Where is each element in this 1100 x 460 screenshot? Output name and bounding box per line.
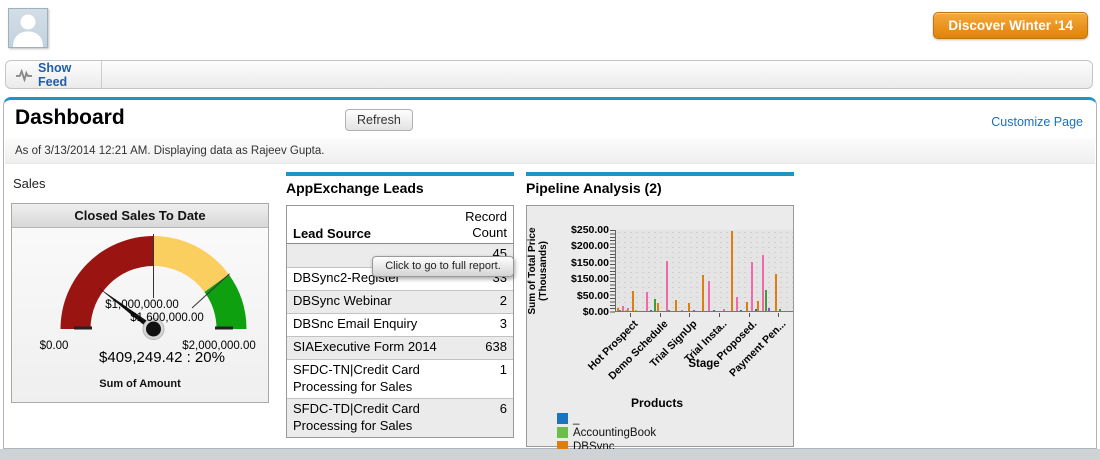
y-tick-label: $150.00 <box>551 257 609 269</box>
bar <box>681 310 683 311</box>
customize-page-link[interactable]: Customize Page <box>991 115 1083 129</box>
column-header-lead-source: Lead Source <box>293 226 455 241</box>
page-title: Dashboard <box>15 106 125 130</box>
svg-text:$409,249.42 : 20%: $409,249.42 : 20% <box>99 349 225 366</box>
y-tick-label: $150.00 <box>551 273 609 285</box>
cell-lead-source: DBSync Webinar <box>293 293 463 310</box>
chart-legend: _AccountingBookDBSync <box>557 412 656 454</box>
cell-record-count: 638 <box>463 339 507 354</box>
pipeline-chart[interactable]: Sum of Total Price (Thousands) Stage Pro… <box>526 205 794 447</box>
bar <box>632 291 634 311</box>
user-avatar[interactable] <box>8 8 48 48</box>
y-tick-label: $200.00 <box>551 240 609 252</box>
pipeline-analysis-title: Pipeline Analysis (2) <box>526 180 662 196</box>
cell-record-count: 2 <box>463 293 507 308</box>
bar <box>740 310 742 311</box>
cell-record-count: 1 <box>463 362 507 377</box>
y-tick-label: $0.00 <box>551 306 609 318</box>
bar <box>650 310 652 311</box>
svg-text:$1,000,000.00: $1,000,000.00 <box>105 299 179 311</box>
refresh-button[interactable]: Refresh <box>345 109 413 131</box>
bar <box>768 308 770 311</box>
person-silhouette-icon <box>9 9 47 47</box>
bar <box>675 300 677 311</box>
gauge-footer: Sum of Amount <box>12 378 268 390</box>
x-tick <box>630 313 631 317</box>
bar <box>646 292 648 311</box>
legend-swatch-icon <box>557 427 568 438</box>
bar <box>751 262 753 311</box>
as-of-text: As of 3/13/2014 12:21 AM. Displaying dat… <box>5 138 1095 164</box>
legend-item: _ <box>557 412 656 425</box>
bar <box>619 310 621 311</box>
accent-bar <box>286 172 514 176</box>
page-bottom-strip <box>0 449 1100 460</box>
y-tick-label: $50.00 <box>551 290 609 302</box>
bar <box>708 281 710 311</box>
bar <box>627 308 629 311</box>
legend-item: AccountingBook <box>557 426 656 439</box>
accent-bar <box>526 172 794 176</box>
x-tick <box>749 313 750 317</box>
show-feed-button[interactable]: Show Feed <box>6 61 100 88</box>
bar <box>723 309 725 311</box>
bar <box>713 310 715 311</box>
legend-label: AccountingBook <box>573 427 656 439</box>
tooltip: Click to go to full report. <box>372 256 514 277</box>
cell-record-count: 3 <box>463 316 507 331</box>
plot-area <box>615 230 793 312</box>
bar <box>731 231 733 311</box>
leads-table[interactable]: Lead Source Record Count 45DBSync2-Regis… <box>286 205 514 438</box>
bar <box>779 309 781 311</box>
cell-lead-source: SFDC-TN|Credit Card Processing for Sales <box>293 362 463 396</box>
gauge-title: Closed Sales To Date <box>12 204 268 228</box>
table-row[interactable]: SIAExecutive Form 2014638 <box>287 336 513 359</box>
bar <box>657 303 659 311</box>
cell-lead-source: SIAExecutive Form 2014 <box>293 339 463 356</box>
column-label-sales: Sales <box>13 176 46 191</box>
show-feed-bar: Show Feed <box>5 60 1093 89</box>
gauge-component[interactable]: Closed Sales To Date $1,000,000.00 $1,60… <box>11 203 269 403</box>
table-row[interactable]: SFDC-TD|Credit Card Processing for Sales… <box>287 398 513 437</box>
svg-text:$0.00: $0.00 <box>40 340 69 352</box>
cell-lead-source: SFDC-TD|Credit Card Processing for Sales <box>293 401 463 435</box>
y-tick-label: $250.00 <box>551 224 609 236</box>
cell-record-count: 6 <box>463 401 507 416</box>
dashboard-panel: Dashboard Refresh Customize Page As of 3… <box>3 97 1097 449</box>
svg-text:$1,600,000.00: $1,600,000.00 <box>130 312 204 324</box>
bar <box>746 302 748 311</box>
bar <box>765 290 767 311</box>
bar <box>736 297 738 311</box>
legend-swatch-icon <box>557 413 568 424</box>
table-row[interactable]: SFDC-TN|Credit Card Processing for Sales… <box>287 359 513 398</box>
bar <box>757 301 759 311</box>
x-tick <box>689 313 690 317</box>
show-feed-label: Show Feed <box>38 61 100 89</box>
bar <box>688 303 690 311</box>
bar <box>635 310 637 311</box>
x-tick <box>719 313 720 317</box>
column-header-record-count: Record Count <box>455 209 507 242</box>
legend-label: _ <box>573 413 579 425</box>
gauge-chart: $1,000,000.00 $1,600,000.00 $0.00 $2,000… <box>12 228 270 366</box>
table-header: Lead Source Record Count <box>287 206 513 244</box>
divider <box>101 61 102 88</box>
bar <box>666 261 668 311</box>
bar <box>702 275 704 311</box>
bar <box>775 274 777 311</box>
table-row[interactable]: DBSnc Email Enquiry3 <box>287 313 513 336</box>
cell-lead-source: DBSnc Email Enquiry <box>293 316 463 333</box>
bar <box>693 310 695 311</box>
table-row[interactable]: DBSync Webinar2 <box>287 290 513 313</box>
discover-winter-button[interactable]: Discover Winter '14 <box>933 12 1088 39</box>
x-tick <box>660 313 661 317</box>
bar <box>668 310 670 311</box>
appexchange-leads-title: AppExchange Leads <box>286 180 424 196</box>
feed-pulse-icon <box>16 68 32 82</box>
x-tick <box>778 313 779 317</box>
